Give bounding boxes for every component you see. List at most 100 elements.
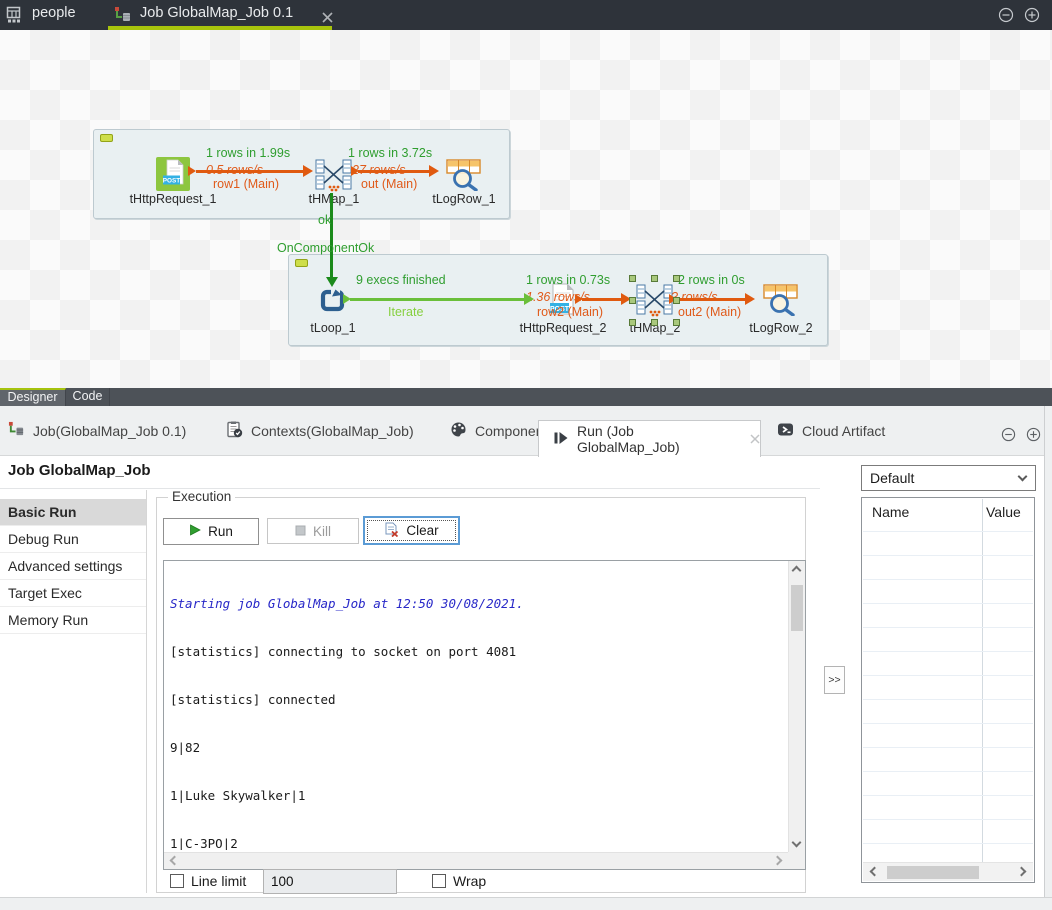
run-play-icon	[189, 524, 201, 539]
kill-button-label: Kill	[313, 524, 331, 539]
clear-button[interactable]: Clear	[363, 516, 460, 545]
column-header-name[interactable]: Name	[872, 504, 909, 520]
tlogrow-1-icon[interactable]	[446, 159, 481, 196]
tloop-1-icon[interactable]	[319, 287, 346, 319]
cloud-artifact-icon	[777, 421, 794, 441]
view-tab-cloud[interactable]: Cloud Artifact	[777, 406, 885, 455]
component-label[interactable]: tLogRow_1	[427, 192, 501, 206]
component-label[interactable]: tHMap_1	[304, 192, 364, 206]
subjob-1-collapse-button[interactable]	[100, 134, 113, 142]
flow-out-arrowhead	[429, 165, 439, 177]
kill-button[interactable]: Kill	[267, 518, 359, 544]
job-design-canvas[interactable]: POST tHttpRequest_1 tHMap_1 tLogRow_1 1 …	[0, 30, 1052, 388]
table-scroll-thumb[interactable]	[887, 866, 979, 879]
view-tab-cloud-label: Cloud Artifact	[802, 423, 885, 439]
wrap-checkbox[interactable]	[432, 874, 446, 888]
console-line: [statistics] connecting to socket on por…	[170, 644, 782, 660]
people-tab-icon	[6, 6, 24, 29]
scroll-up-icon[interactable]	[792, 566, 802, 576]
column-divider	[982, 499, 983, 864]
trigger-label[interactable]: OnComponentOk	[277, 241, 374, 255]
table-horizontal-scrollbar[interactable]	[863, 862, 1033, 881]
svg-text:POST: POST	[163, 178, 180, 185]
console-horizontal-scrollbar[interactable]	[164, 852, 788, 869]
trigger-line[interactable]	[330, 193, 333, 278]
execution-console[interactable]: Starting job GlobalMap_Job at 12:50 30/0…	[163, 560, 806, 870]
scroll-left-icon[interactable]	[170, 856, 180, 866]
sidebar-item-target-exec[interactable]: Target Exec	[0, 580, 146, 607]
view-tab-component[interactable]: Component	[450, 406, 547, 455]
scroll-right-icon[interactable]	[773, 856, 783, 866]
row2-name[interactable]: row2 (Main)	[537, 305, 603, 319]
scroll-down-icon[interactable]	[792, 838, 802, 848]
designer-code-bar: Designer Code	[0, 388, 1052, 406]
run-tab-close-icon[interactable]	[750, 431, 760, 447]
sidebar-item-basic-run[interactable]: Basic Run	[0, 499, 146, 526]
thmap-2-icon[interactable]	[636, 282, 673, 324]
console-line: 9|82	[170, 740, 782, 756]
job-title: Job GlobalMap_Job	[8, 462, 151, 479]
flow-out-start	[351, 166, 359, 176]
tab-designer[interactable]: Designer	[0, 388, 66, 406]
maximize-icon[interactable]	[1024, 7, 1040, 28]
context-select[interactable]: Default	[861, 465, 1036, 491]
right-edge-strip	[1045, 406, 1052, 897]
view-tab-run-label: Run (Job GlobalMap_Job)	[577, 423, 730, 455]
table-scroll-left-icon[interactable]	[870, 867, 880, 877]
minimize-icon[interactable]	[998, 7, 1014, 28]
line-limit-input[interactable]	[263, 869, 397, 894]
contexts-icon	[226, 421, 243, 441]
row1-name[interactable]: row1 (Main)	[213, 177, 279, 191]
scrollbar-corner	[788, 852, 805, 869]
line-limit-label: Line limit	[191, 873, 246, 889]
editor-tabbar: people Job GlobalMap_Job 0.1	[0, 0, 1052, 30]
view-tab-job[interactable]: Job(GlobalMap_Job 0.1)	[8, 406, 186, 455]
tlogrow-2-icon[interactable]	[763, 284, 798, 321]
run-button-label: Run	[208, 524, 233, 539]
flow-row1-line[interactable]	[196, 170, 308, 173]
component-label[interactable]: tHttpRequest_1	[103, 192, 243, 206]
line-limit-checkbox[interactable]	[170, 874, 184, 888]
out2-name[interactable]: out2 (Main)	[678, 305, 741, 319]
trigger-arrowhead	[326, 277, 338, 287]
component-label[interactable]: tLoop_1	[300, 321, 366, 335]
component-label[interactable]: tHttpRequest_2	[508, 321, 618, 335]
console-line: 1|Luke Skywalker|1	[170, 788, 782, 804]
view-tab-run[interactable]: Run (Job GlobalMap_Job)	[538, 420, 761, 457]
component-label[interactable]: tLogRow_2	[744, 321, 818, 335]
flow-out2-line[interactable]	[676, 298, 752, 301]
iterate-name[interactable]: Iterate	[388, 305, 423, 319]
view-minimize-icon[interactable]	[1001, 427, 1016, 447]
console-vertical-scrollbar[interactable]	[788, 561, 805, 852]
table-scroll-right-icon[interactable]	[1017, 867, 1027, 877]
subjob-2-collapse-button[interactable]	[295, 259, 308, 267]
flow-out-line[interactable]	[358, 170, 434, 173]
kill-stop-icon	[295, 524, 306, 539]
trigger-short-label: ok	[318, 213, 331, 227]
view-maximize-icon[interactable]	[1026, 427, 1041, 447]
run-view-icon	[553, 430, 569, 449]
sidebar-item-debug-run[interactable]: Debug Run	[0, 526, 146, 553]
thttprequest-1-icon[interactable]: POST	[156, 157, 190, 196]
column-header-value[interactable]: Value	[986, 504, 1021, 520]
console-output[interactable]: Starting job GlobalMap_Job at 12:50 30/0…	[166, 563, 786, 850]
context-variables-table[interactable]: Name Value	[861, 497, 1035, 883]
talend-studio-window: people Job GlobalMap_Job 0.1 POST tHttpR…	[0, 0, 1052, 910]
title-separator	[0, 488, 820, 489]
vertical-scroll-thumb[interactable]	[791, 585, 803, 631]
run-button[interactable]: Run	[163, 518, 259, 545]
sidebar-item-advanced-settings[interactable]: Advanced settings	[0, 553, 146, 580]
view-tab-contexts[interactable]: Contexts(GlobalMap_Job)	[226, 406, 414, 455]
component-palette-icon	[450, 421, 467, 441]
out-name[interactable]: out (Main)	[361, 177, 417, 191]
tab-job[interactable]: Job GlobalMap_Job 0.1	[140, 5, 293, 21]
flow-out2-arrowhead	[745, 293, 755, 305]
tab-people[interactable]: people	[32, 5, 76, 21]
console-line: Starting job GlobalMap_Job at 12:50 30/0…	[170, 596, 782, 612]
tab-code[interactable]: Code	[66, 388, 110, 406]
expand-context-panel-button[interactable]: >>	[824, 666, 845, 694]
console-line: 1|C-3PO|2	[170, 836, 782, 850]
iterate-line[interactable]	[350, 298, 530, 301]
console-line: [statistics] connected	[170, 692, 782, 708]
sidebar-item-memory-run[interactable]: Memory Run	[0, 607, 146, 634]
